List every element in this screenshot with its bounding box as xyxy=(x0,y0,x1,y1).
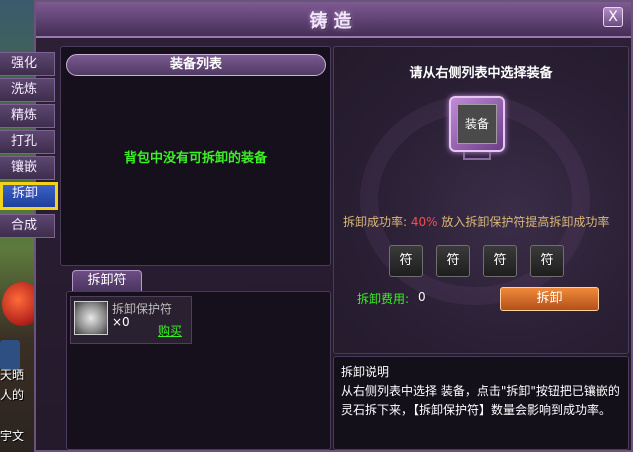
forge-tabs: 强化 洗炼 精炼 打孔 镶嵌 拆卸 合成 xyxy=(0,52,58,240)
select-instruction: 请从右侧列表中选择装备 xyxy=(409,66,553,81)
world-text: 天晒 xyxy=(0,368,25,382)
protection-charm-icon[interactable] xyxy=(74,301,108,335)
cost-label: 拆卸费用: xyxy=(357,292,410,306)
tab-inlay[interactable]: 镶嵌 xyxy=(0,156,55,180)
tab-disassemble[interactable]: 拆卸 xyxy=(0,182,58,210)
charm-slot-2[interactable]: 符 xyxy=(436,245,470,277)
charm-slot-4[interactable]: 符 xyxy=(530,245,564,277)
tab-refine[interactable]: 精炼 xyxy=(0,104,55,128)
tab-charm[interactable]: 拆卸符 xyxy=(72,270,142,292)
buy-link[interactable]: 购买 xyxy=(158,322,182,339)
slot-ornament xyxy=(463,152,491,160)
tab-strengthen[interactable]: 强化 xyxy=(0,52,55,76)
close-button[interactable]: X xyxy=(603,7,623,27)
title-bar[interactable]: 铸造 X xyxy=(36,2,631,38)
cost-value: 0 xyxy=(418,290,426,304)
disassemble-button[interactable]: 拆卸 xyxy=(500,287,599,311)
world-text: 人的 xyxy=(0,388,25,402)
charm-count: ×0 xyxy=(112,315,130,329)
empty-list-message: 背包中没有可拆卸的装备 xyxy=(123,151,267,166)
success-rate-line: 拆卸成功率: 40% 放入拆卸保护符提高拆卸成功率 xyxy=(343,213,609,230)
description-text: 从右侧列表中选择 装备，点击"拆卸"按钮把已镶嵌的灵石拆下来，【拆卸保护符】数量… xyxy=(341,384,620,417)
rate-hint: 放入拆卸保护符提高拆卸成功率 xyxy=(441,215,610,229)
equipment-slot[interactable]: 装备 xyxy=(457,104,497,144)
rate-label: 拆卸成功率: xyxy=(343,215,408,229)
description-title: 拆卸说明 xyxy=(341,365,390,379)
tab-synthesize[interactable]: 合成 xyxy=(0,214,55,238)
equipment-list-header: 装备列表 xyxy=(66,54,326,76)
rate-value: 40% xyxy=(410,215,438,229)
tab-wash[interactable]: 洗炼 xyxy=(0,78,55,102)
charm-slot-3[interactable]: 符 xyxy=(483,245,517,277)
world-text: 宇文 xyxy=(0,429,25,443)
charm-slot-1[interactable]: 符 xyxy=(389,245,423,277)
window-title: 铸造 xyxy=(309,11,358,32)
tab-punch[interactable]: 打孔 xyxy=(0,130,55,154)
